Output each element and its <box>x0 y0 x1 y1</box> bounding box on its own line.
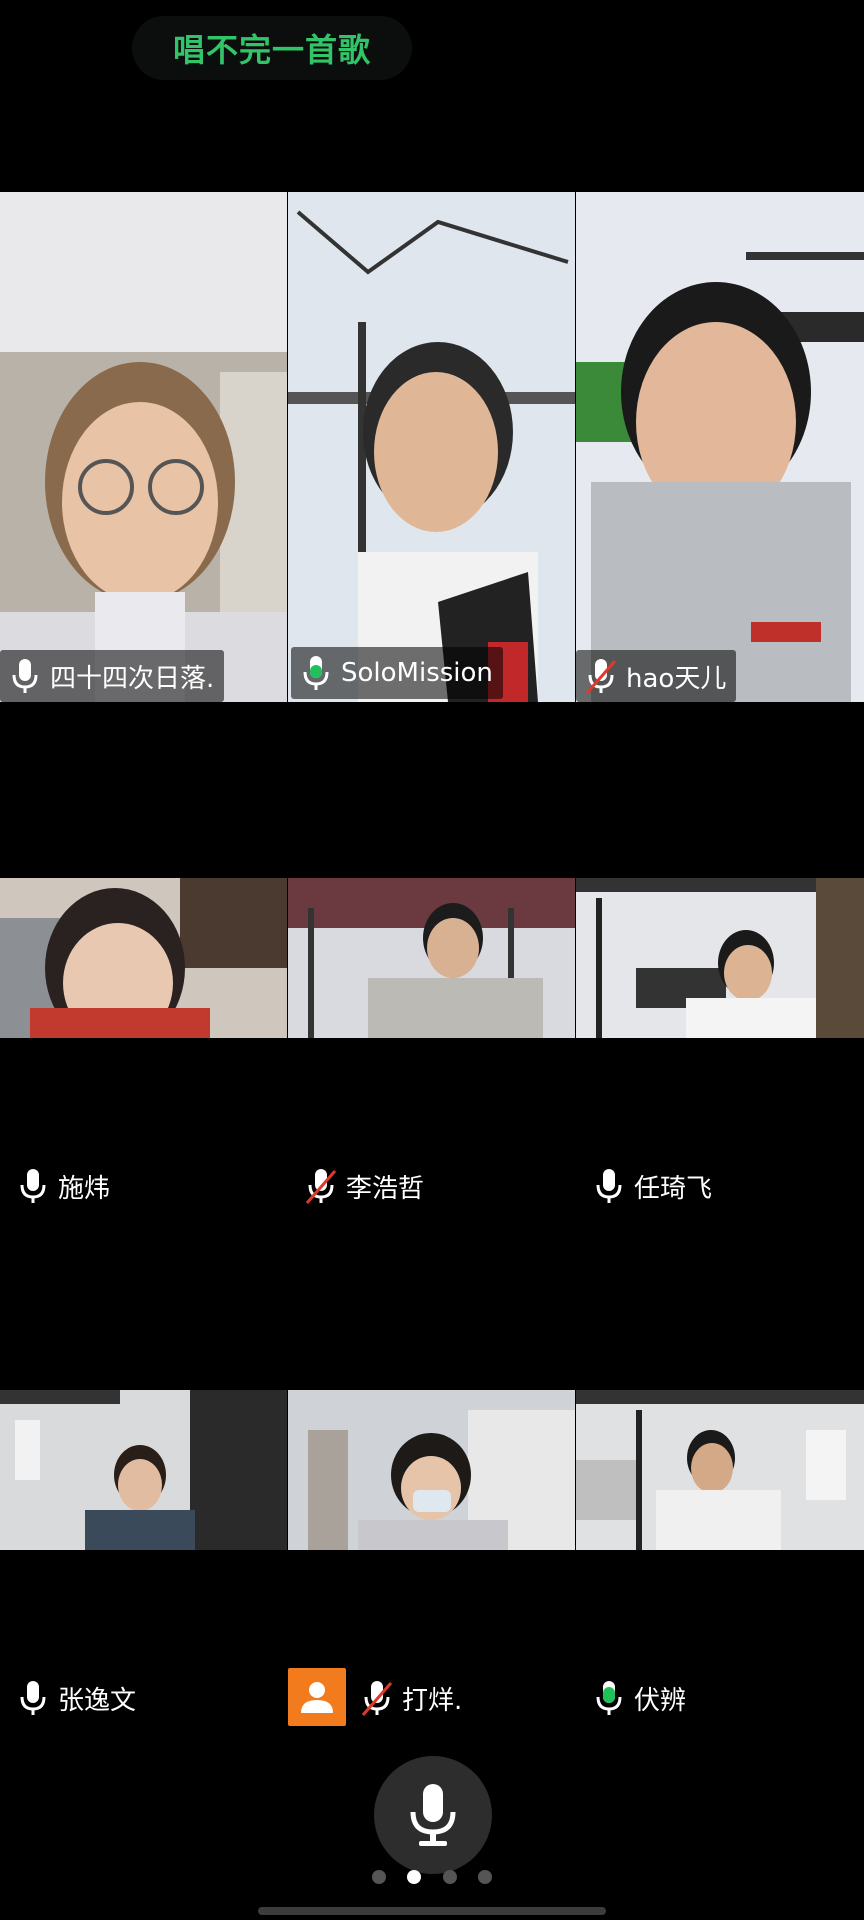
participant-name: 张逸文 <box>58 1685 137 1716</box>
participant-video <box>0 878 287 1038</box>
meeting-topic-text: 唱不完一首歌 <box>172 31 371 69</box>
mute-toggle-button[interactable] <box>374 1756 492 1874</box>
participant-name: 任琦飞 <box>634 1173 713 1204</box>
participant-name: 伏辨 <box>634 1685 687 1716</box>
microphone-speaking-icon <box>596 1681 622 1715</box>
participant-video <box>576 1390 864 1550</box>
participant-name: 四十四次日落. <box>50 663 215 694</box>
video-tile-2[interactable]: SoloMission <box>288 192 575 702</box>
microphone-icon <box>596 1169 622 1203</box>
microphone-icon <box>410 1784 456 1846</box>
participant-label: 伏辨 <box>584 1672 696 1724</box>
participant-video <box>576 192 864 702</box>
participant-name: 李浩哲 <box>346 1173 425 1204</box>
video-tile-6[interactable] <box>576 878 864 1038</box>
microphone-icon <box>20 1681 46 1715</box>
video-tile-4[interactable] <box>0 878 287 1038</box>
person-icon <box>301 1682 333 1713</box>
home-indicator[interactable] <box>258 1907 606 1915</box>
participant-name: 施炜 <box>58 1173 111 1204</box>
participant-name: hao天儿 <box>626 663 727 694</box>
participant-video <box>288 1390 575 1550</box>
microphone-icon <box>20 1169 46 1203</box>
microphone-muted-icon <box>361 1681 393 1716</box>
page-dot[interactable] <box>477 1870 492 1884</box>
participant-video <box>0 192 287 702</box>
page-indicator[interactable] <box>372 1870 492 1886</box>
participant-video <box>288 192 575 702</box>
video-tile-9[interactable] <box>576 1390 864 1550</box>
microphone-muted-icon <box>305 1169 337 1204</box>
participant-name: SoloMission <box>341 658 493 688</box>
participant-label: 打烊. <box>352 1672 472 1724</box>
participant-label: 四十四次日落. <box>0 650 225 702</box>
microphone-muted-icon <box>585 659 617 694</box>
video-tile-7[interactable] <box>0 1390 287 1550</box>
participant-video <box>576 878 864 1038</box>
page-dot[interactable] <box>372 1870 386 1884</box>
microphone-icon <box>12 659 38 693</box>
page-dot-active[interactable] <box>407 1870 422 1884</box>
page-dot[interactable] <box>442 1870 457 1884</box>
participant-video <box>0 1390 287 1550</box>
video-tile-1[interactable]: 四十四次日落. <box>0 192 287 702</box>
participant-name: 打烊. <box>402 1685 463 1716</box>
avatar <box>288 1668 346 1726</box>
video-tile-5[interactable] <box>288 878 575 1038</box>
participant-label: SoloMission <box>291 647 503 699</box>
participant-label: 施炜 <box>8 1160 120 1212</box>
video-tile-3[interactable]: hao天儿 <box>576 192 864 702</box>
video-tile-8[interactable] <box>288 1390 575 1550</box>
meeting-topic[interactable]: 唱不完一首歌 <box>132 16 412 80</box>
participant-label: 任琦飞 <box>584 1160 722 1212</box>
microphone-speaking-icon <box>303 656 329 690</box>
participant-label: 张逸文 <box>8 1672 146 1724</box>
participant-label: 李浩哲 <box>296 1160 434 1212</box>
participant-label: hao天儿 <box>576 650 737 702</box>
participant-video <box>288 878 575 1038</box>
